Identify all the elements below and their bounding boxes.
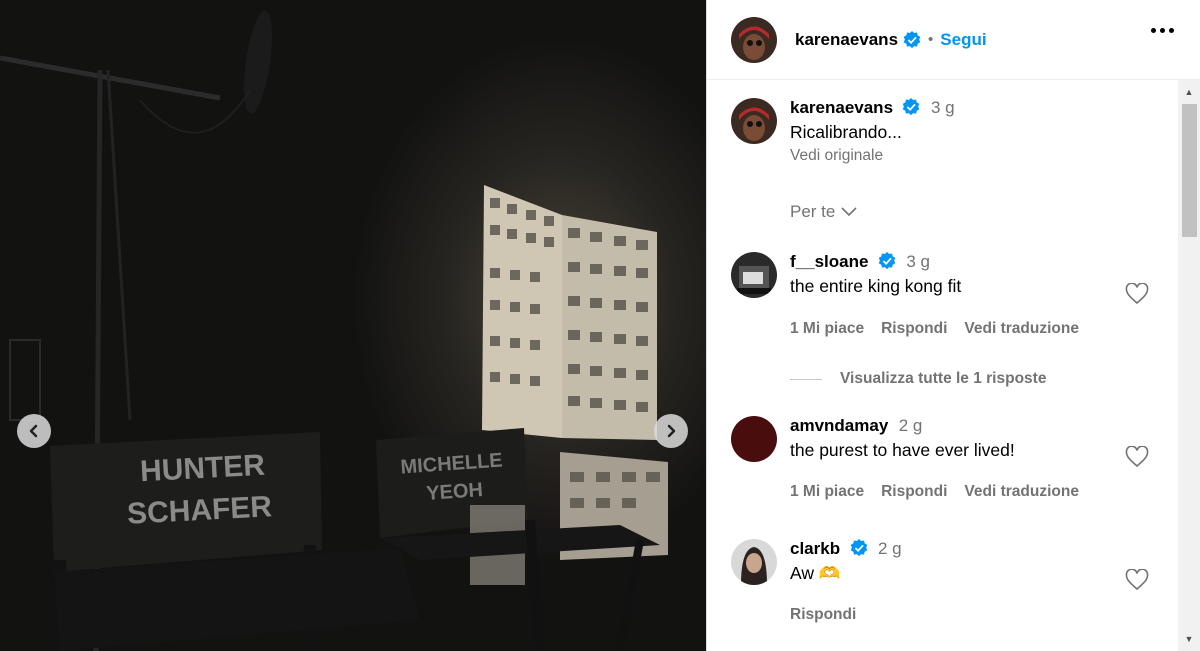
- caption: karenaevans 3 g Ricalibrando... Vedi ori…: [731, 98, 955, 165]
- view-replies-label: Visualizza tutte le 1 risposte: [840, 370, 1047, 387]
- commenter-username[interactable]: amvndamay: [790, 416, 888, 435]
- likes-count[interactable]: 1 Mi piace: [790, 320, 864, 338]
- comment-text: Aw 🫶: [790, 563, 841, 583]
- verified-badge-icon: [878, 252, 896, 270]
- commenter-avatar[interactable]: [731, 416, 777, 462]
- reply-button[interactable]: Rispondi: [790, 606, 856, 624]
- scroll-down-arrow-icon[interactable]: ▼: [1178, 629, 1200, 649]
- likes-count[interactable]: 1 Mi piace: [790, 483, 864, 501]
- sort-label: Per te: [790, 202, 836, 221]
- comment-text: the purest to have ever lived!: [790, 440, 1015, 460]
- separator-dot: •: [928, 31, 934, 48]
- chair-right-line2: YEOH: [426, 479, 484, 505]
- caption-time[interactable]: 3 g: [931, 98, 955, 117]
- like-heart-icon[interactable]: [1125, 446, 1149, 468]
- post-media: MICHELLE YEOH HUNTER SCHAFER: [0, 0, 706, 651]
- previous-image-button[interactable]: [17, 414, 51, 448]
- follow-button[interactable]: Segui: [940, 30, 986, 50]
- like-heart-icon[interactable]: [1125, 283, 1149, 305]
- comment-sort-dropdown[interactable]: Per te: [790, 202, 857, 222]
- commenter-username[interactable]: f__sloane: [790, 252, 868, 271]
- post-photo: MICHELLE YEOH HUNTER SCHAFER: [0, 10, 668, 651]
- post-header: karenaevans • Segui: [707, 0, 1200, 80]
- comment-item: f__sloane 3 g the entire king kong fit: [731, 252, 961, 298]
- comment-time[interactable]: 3 g: [906, 252, 930, 271]
- author-avatar[interactable]: [731, 16, 777, 63]
- comment-actions: 1 Mi piace Rispondi Vedi traduzione: [790, 483, 1079, 501]
- comment-item: amvndamay 2 g the purest to have ever li…: [731, 416, 1015, 462]
- reply-button[interactable]: Rispondi: [881, 483, 947, 501]
- view-replies-button[interactable]: Visualizza tutte le 1 risposte: [790, 370, 1046, 388]
- comments-panel: karenaevans • Segui karenaevans 3 g Rica…: [706, 0, 1200, 651]
- chevron-down-icon: [841, 207, 857, 217]
- commenter-username[interactable]: clarkb: [790, 539, 840, 558]
- scrollbar-thumb[interactable]: [1182, 104, 1197, 237]
- scroll-up-arrow-icon[interactable]: ▲: [1178, 82, 1200, 102]
- comment-time[interactable]: 2 g: [899, 416, 923, 435]
- comment-time[interactable]: 2 g: [878, 539, 902, 558]
- commenter-avatar[interactable]: [731, 539, 777, 585]
- caption-author[interactable]: karenaevans: [790, 98, 893, 117]
- scrollbar[interactable]: ▲ ▼: [1178, 80, 1200, 651]
- comment-actions: Rispondi: [790, 606, 856, 624]
- more-options-icon[interactable]: [1151, 28, 1174, 33]
- comment-text: the entire king kong fit: [790, 276, 962, 296]
- like-heart-icon[interactable]: [1125, 569, 1149, 591]
- next-image-button[interactable]: [654, 414, 688, 448]
- see-translation-link[interactable]: Vedi traduzione: [964, 483, 1079, 501]
- commenter-avatar[interactable]: [731, 252, 777, 298]
- see-translation-link[interactable]: Vedi traduzione: [964, 320, 1079, 338]
- replies-divider: [790, 378, 822, 380]
- caption-text: Ricalibrando...: [790, 122, 902, 142]
- reply-button[interactable]: Rispondi: [881, 320, 947, 338]
- verified-badge-icon: [850, 539, 867, 557]
- see-original-link[interactable]: Vedi originale: [790, 147, 955, 165]
- comments-list[interactable]: karenaevans 3 g Ricalibrando... Vedi ori…: [707, 80, 1200, 651]
- post-modal: MICHELLE YEOH HUNTER SCHAFER karenaevans…: [0, 0, 1200, 651]
- chair-left-line1: HUNTER: [139, 449, 266, 489]
- chevron-right-icon: [667, 424, 676, 438]
- verified-badge-icon: [903, 30, 921, 48]
- verified-badge-icon: [903, 98, 920, 116]
- author-username[interactable]: karenaevans: [795, 30, 898, 50]
- comment-actions: 1 Mi piace Rispondi Vedi traduzione: [790, 320, 1079, 338]
- caption-author-avatar[interactable]: [731, 98, 777, 144]
- comment-item: clarkb 2 g Aw 🫶: [731, 539, 902, 585]
- chevron-left-icon: [29, 424, 38, 438]
